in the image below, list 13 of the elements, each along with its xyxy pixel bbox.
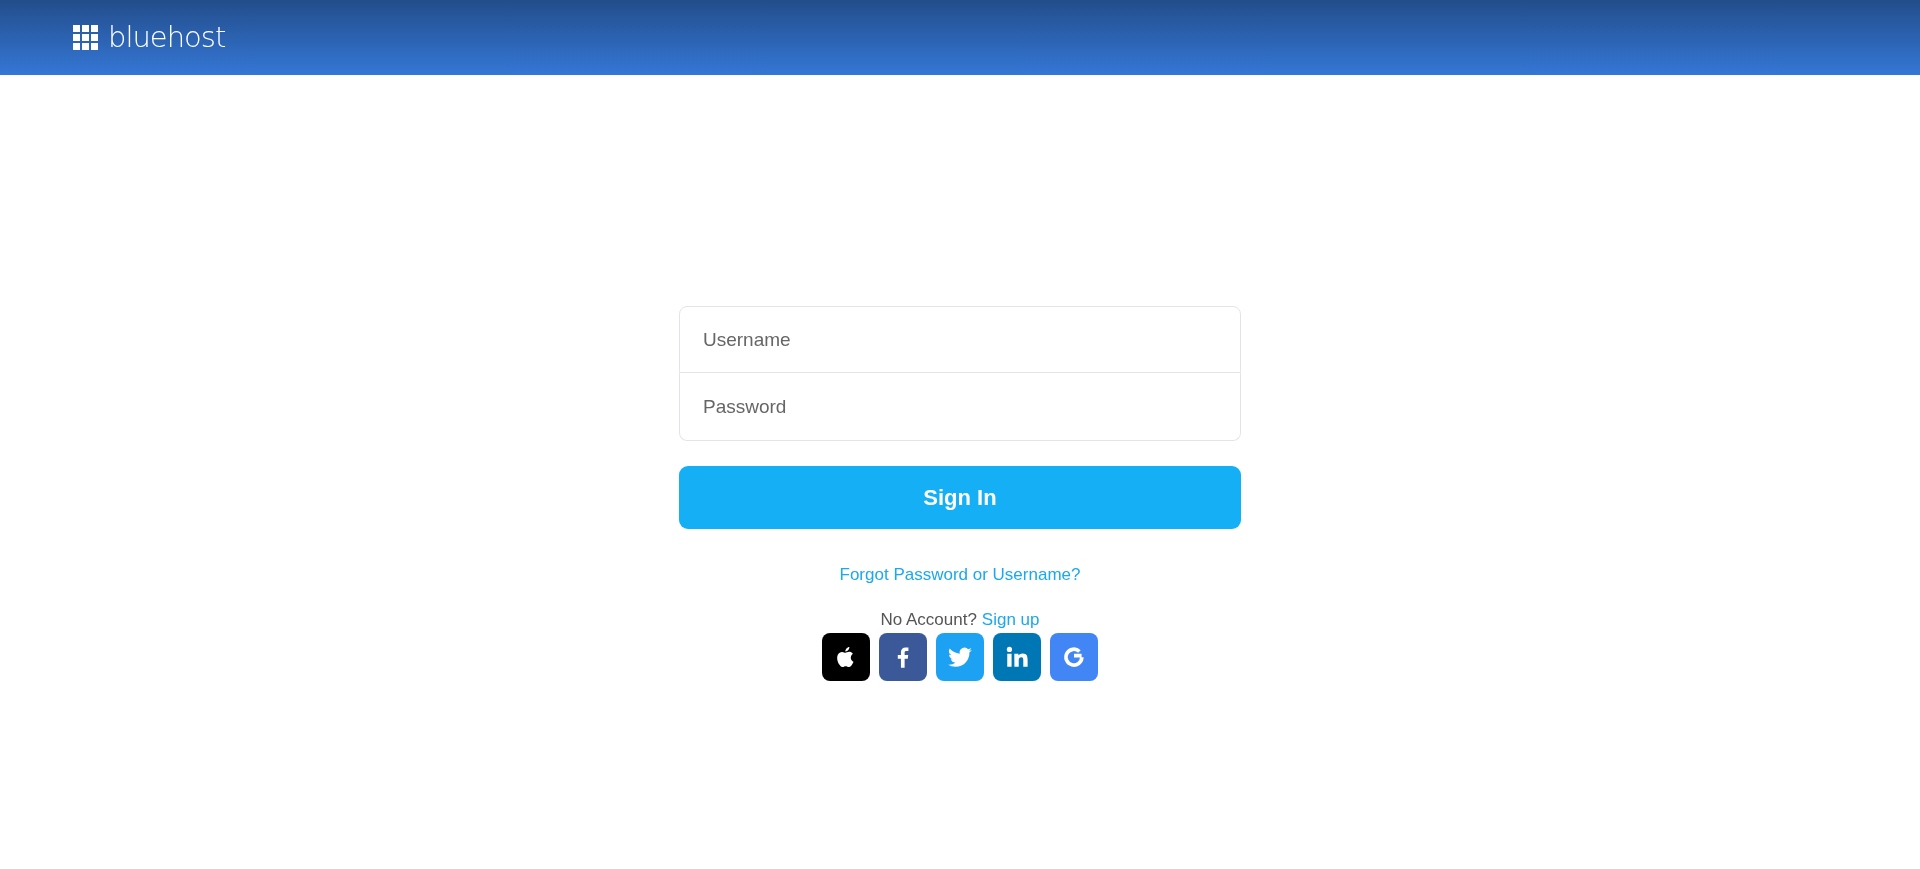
forgot-password-link[interactable]: Forgot Password or Username? (839, 565, 1081, 585)
grid-icon (73, 25, 98, 50)
social-login-button[interactable] (822, 633, 870, 681)
sign-in-button[interactable]: Sign In (679, 466, 1241, 529)
g-logo-icon (1061, 644, 1087, 670)
password-field[interactable]: Password (679, 373, 1241, 441)
in-logo-icon (1004, 644, 1030, 670)
bird-icon (947, 644, 973, 670)
social-login-button[interactable] (879, 633, 927, 681)
username-field[interactable]: Username (679, 306, 1241, 373)
sign-up-link[interactable]: Sign up (981, 610, 1040, 630)
signup-prompt: No Account? (880, 610, 977, 630)
logo-text: bluehost (108, 23, 226, 52)
